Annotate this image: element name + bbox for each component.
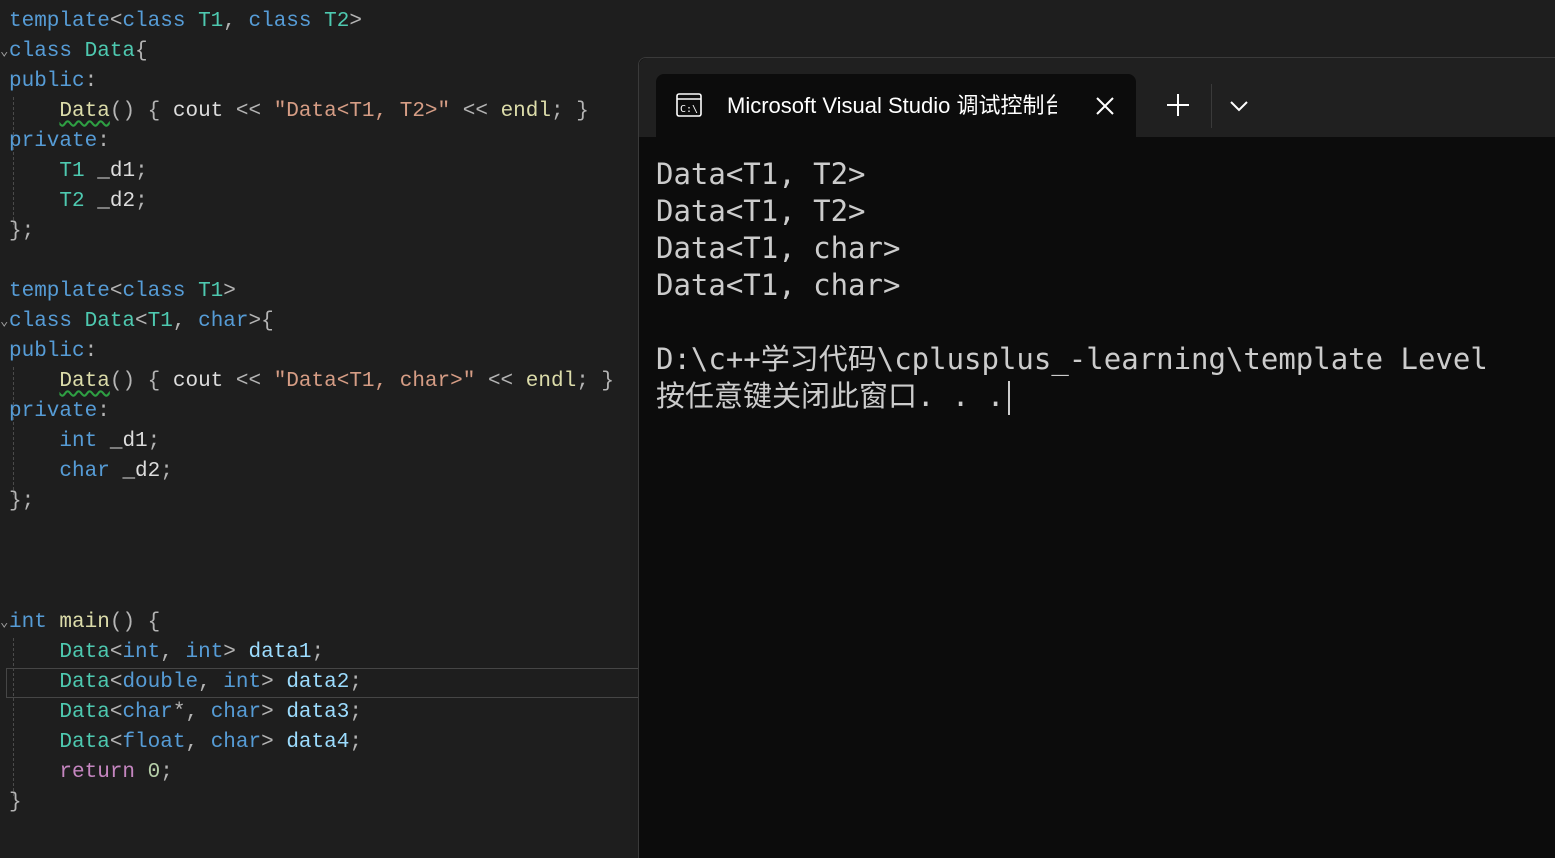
tab-bar: C:\ Microsoft Visual Studio 调试控制台: [639, 58, 1555, 137]
svg-text:C:\: C:\: [680, 104, 698, 115]
code-line[interactable]: int _d1;: [9, 427, 160, 457]
code-line[interactable]: return 0;: [9, 758, 172, 788]
output-line: Data<T1, T2>: [656, 194, 866, 228]
console-output[interactable]: Data<T1, T2> Data<T1, T2> Data<T1, char>…: [656, 156, 1488, 415]
code-line[interactable]: private:: [9, 397, 110, 427]
press-any-key-text: 按任意键关闭此窗口. . .: [656, 379, 1005, 413]
code-line[interactable]: };: [9, 487, 34, 517]
fold-marker-icon[interactable]: ⌄: [0, 37, 8, 67]
tab-debug-console[interactable]: C:\ Microsoft Visual Studio 调试控制台: [656, 74, 1136, 137]
code-line[interactable]: private:: [9, 127, 110, 157]
code-line[interactable]: };: [9, 217, 34, 247]
fold-marker-icon[interactable]: ⌄: [0, 608, 8, 638]
output-line: Data<T1, T2>: [656, 157, 866, 191]
debug-console-window[interactable]: C:\ Microsoft Visual Studio 调试控制台 Data<T…: [638, 57, 1555, 858]
console-icon: C:\: [676, 93, 702, 117]
text-cursor: [1008, 381, 1011, 415]
code-editor[interactable]: ⌄ ⌄ ⌄ template<class T1, class T2> class…: [0, 0, 646, 835]
code-line[interactable]: class Data<T1, char>{: [9, 307, 274, 337]
chevron-down-icon[interactable]: [1226, 93, 1252, 119]
code-line[interactable]: template<class T1>: [9, 277, 236, 307]
code-line[interactable]: }: [9, 788, 22, 818]
plus-icon[interactable]: [1164, 91, 1192, 119]
code-line[interactable]: T1 _d1;: [9, 157, 147, 187]
code-line[interactable]: char _d2;: [9, 457, 172, 487]
code-line[interactable]: public:: [9, 67, 97, 97]
code-line[interactable]: Data<float, char> data4;: [9, 728, 362, 758]
code-line[interactable]: int main() {: [9, 608, 160, 638]
close-icon[interactable]: [1091, 92, 1119, 120]
code-line[interactable]: template<class T1, class T2>: [9, 7, 362, 37]
code-line[interactable]: Data<int, int> data1;: [9, 638, 324, 668]
output-prompt-line: 按任意键关闭此窗口. . .: [656, 378, 1488, 415]
output-line: Data<T1, char>: [656, 268, 901, 302]
code-line[interactable]: class Data{: [9, 37, 148, 67]
code-line[interactable]: Data<double, int> data2;: [9, 668, 362, 698]
code-line[interactable]: Data() { cout << "Data<T1, T2>" << endl;…: [9, 97, 588, 127]
code-line[interactable]: Data() { cout << "Data<T1, char>" << end…: [9, 367, 614, 397]
tab-title: Microsoft Visual Studio 调试控制台: [727, 93, 1057, 118]
code-line[interactable]: T2 _d2;: [9, 187, 147, 217]
code-line[interactable]: public:: [9, 337, 97, 367]
tab-divider: [1211, 84, 1212, 128]
code-line[interactable]: Data<char*, char> data3;: [9, 698, 362, 728]
output-line: Data<T1, char>: [656, 231, 901, 265]
fold-marker-icon[interactable]: ⌄: [0, 307, 8, 337]
output-line: D:\c++学习代码\cplusplus_-learning\template …: [656, 342, 1488, 376]
